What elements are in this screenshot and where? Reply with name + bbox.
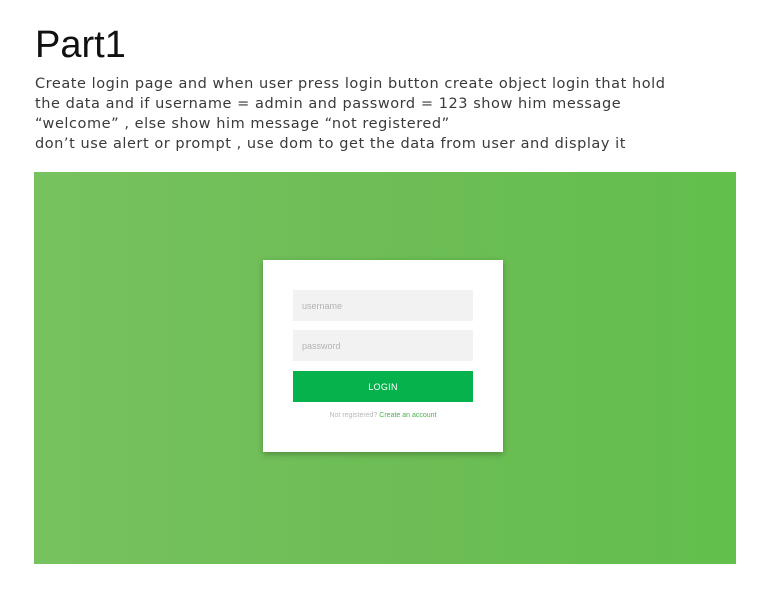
- login-card: LOGIN Not registered? Create an account: [263, 260, 503, 452]
- login-page-screenshot: LOGIN Not registered? Create an account: [34, 172, 736, 564]
- password-input[interactable]: [293, 330, 473, 361]
- register-prompt: Not registered? Create an account: [263, 412, 503, 419]
- instructions-line: Create login page and when user press lo…: [35, 76, 666, 92]
- username-input[interactable]: [293, 290, 473, 321]
- create-account-link[interactable]: Create an account: [379, 412, 436, 419]
- register-prompt-text: Not registered?: [329, 412, 378, 419]
- slide-title: Part1: [35, 24, 126, 66]
- instructions-line: the data and if username = admin and pas…: [35, 96, 622, 112]
- instructions-line: “welcome” , else show him message “not r…: [35, 116, 450, 132]
- instructions-line: don’t use alert or prompt , use dom to g…: [35, 136, 626, 152]
- login-button[interactable]: LOGIN: [293, 371, 473, 402]
- instructions-text: Create login page and when user press lo…: [35, 74, 745, 154]
- slide-page: Part1 Create login page and when user pr…: [0, 0, 770, 600]
